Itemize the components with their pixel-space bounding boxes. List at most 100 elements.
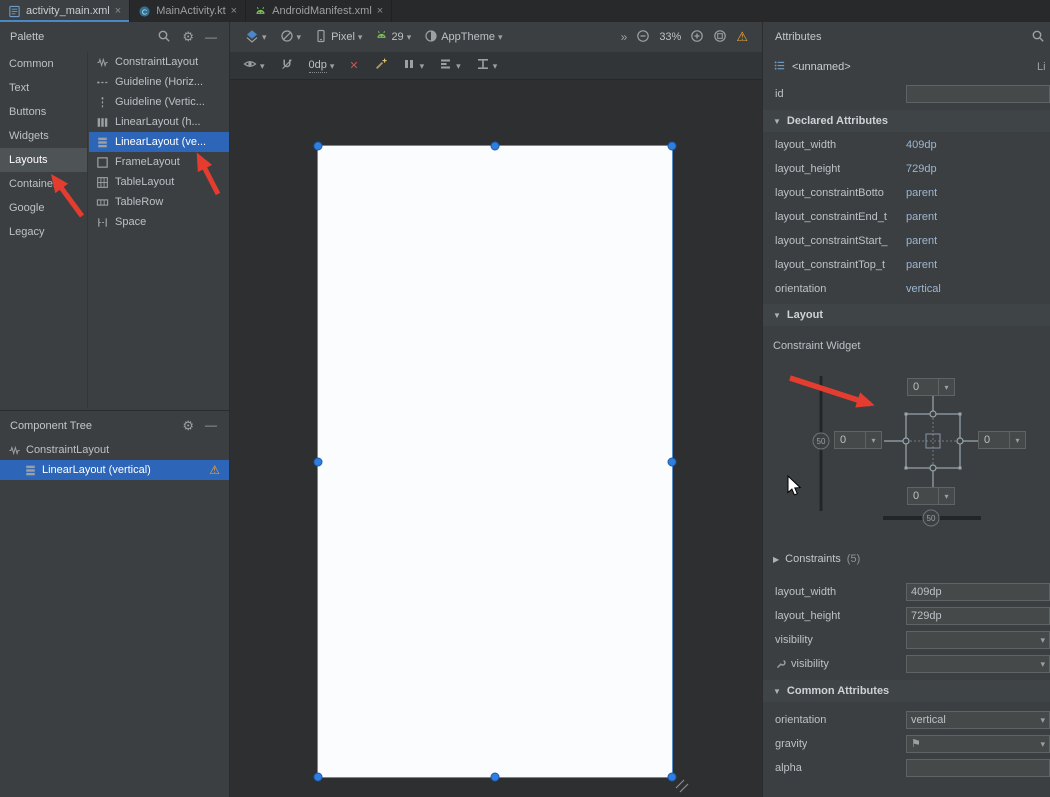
zoom-in-button[interactable] [690,29,704,46]
visibility-dropdown[interactable]: ▾ [906,631,1050,649]
tree-item[interactable]: ConstraintLayout [0,440,229,460]
margin-bottom-dropdown[interactable]: 0▾ [907,487,955,505]
palette-component[interactable]: FrameLayout [89,152,229,172]
tree-item-label: LinearLayout (vertical) [42,464,151,476]
section-common-attributes[interactable]: ▼ Common Attributes [763,680,1050,702]
editor-tab-0[interactable]: activity_main.xml × [0,0,130,22]
view-options-button[interactable]: ▾ [240,55,268,76]
infer-constraints-button[interactable] [371,55,391,76]
pack-button[interactable]: ▾ [400,55,428,76]
palette-category-legacy[interactable]: Legacy [0,220,87,244]
palette-component[interactable]: Guideline (Horiz... [89,72,229,92]
attribute-name: layout_width [775,586,836,598]
layout_width-input[interactable]: 409dp [906,583,1050,601]
issues-warning-button[interactable]: ⚠ [736,30,748,44]
design-canvas[interactable]: ▾ 0dp ▾ ✕ ▾ ▾ [230,52,762,797]
linearlayout-vertical-icon [96,136,109,149]
palette-category-widgets[interactable]: Widgets [0,124,87,148]
editor-tab-2[interactable]: AndroidManifest.xml × [246,0,392,22]
selected-component-row[interactable]: <unnamed> Li [763,54,1050,80]
palette-component[interactable]: TableLayout [89,172,229,192]
close-icon[interactable]: × [377,6,383,17]
theme-button[interactable]: AppTheme ▾ [421,27,505,48]
palette-component-label: Guideline (Horiz... [115,76,203,88]
attribute-row[interactable]: layout_constraintBottoparent [763,181,1050,205]
alpha-input[interactable] [906,759,1050,777]
autoconnect-button[interactable] [277,55,297,76]
default-margin-button[interactable]: 0dp ▾ [306,57,338,75]
editor-tab-1[interactable]: CMainActivity.kt× [130,0,246,22]
tab-label: AndroidManifest.xml [272,5,372,17]
palette-component[interactable]: LinearLayout (ve... [89,132,229,152]
attribute-row[interactable]: orientationvertical [763,277,1050,301]
margin-left-dropdown[interactable]: 0▾ [834,431,882,449]
chevron-down-icon: ▾ [330,60,335,72]
attribute-name: gravity [775,738,807,750]
attribute-row[interactable]: layout_constraintStart_parent [763,229,1050,253]
visibility-dropdown[interactable]: ▾ [906,655,1050,673]
toolbar-overflow-button[interactable]: » [621,31,628,43]
palette-category-containers[interactable]: Containers [0,172,87,196]
tab-label: activity_main.xml [26,5,110,17]
search-icon[interactable] [157,29,171,46]
attribute-name: orientation [775,714,826,726]
palette-component[interactable]: ConstraintLayout [89,52,229,72]
warning-icon: ⚠ [209,464,220,476]
constraints-collapsed-section[interactable]: ▶ Constraints (5) [763,548,1050,570]
close-icon[interactable]: × [231,6,237,17]
palette-component[interactable]: Space [89,212,229,232]
clear-constraints-button[interactable]: ✕ [346,58,361,74]
palette-category-google[interactable]: Google [0,196,87,220]
minimize-icon[interactable]: — [205,419,217,432]
api-version-button[interactable]: 29 ▾ [372,27,414,47]
constraint-widget-label: Constraint Widget [773,340,860,352]
tree-item[interactable]: LinearLayout (vertical) ⚠ [0,460,229,480]
section-declared-attributes[interactable]: ▼ Declared Attributes [763,110,1050,132]
chevron-down-icon: ▾ [407,31,412,43]
gear-icon[interactable]: ⚙ [182,30,194,44]
margin-top-dropdown[interactable]: 0▾ [907,378,955,396]
attribute-row[interactable]: layout_constraintTop_tparent [763,253,1050,277]
constraint-widget[interactable]: 50 50 0▾0▾0▾0▾ [763,358,1050,538]
minimize-icon[interactable]: — [205,31,217,44]
orientation-dropdown[interactable]: vertical▾ [906,711,1050,729]
device-button[interactable]: Pixel ▾ [311,27,365,48]
selection-handle[interactable] [314,142,323,151]
selection-handle[interactable] [668,142,677,151]
layout_height-input[interactable]: 729dp [906,607,1050,625]
resize-corner-handle[interactable] [670,774,694,796]
selection-handle[interactable] [491,773,500,782]
orientation-button[interactable]: ▾ [277,27,305,48]
search-icon[interactable] [1031,29,1045,46]
id-input[interactable] [906,85,1050,103]
margin-right-dropdown[interactable]: 0▾ [978,431,1026,449]
zoom-out-button[interactable] [636,29,650,46]
id-row: id [763,82,1050,106]
attribute-row[interactable]: layout_width409dp [763,133,1050,157]
palette-category-layouts[interactable]: Layouts [0,148,87,172]
selection-handle[interactable] [314,457,323,466]
design-artboard[interactable] [318,146,672,777]
palette-component[interactable]: TableRow [89,192,229,212]
attribute-name: alpha [775,762,802,774]
palette-category-common[interactable]: Common [0,52,87,76]
gear-icon[interactable]: ⚙ [182,419,194,433]
orientation-icon [280,29,294,46]
attribute-row[interactable]: layout_height729dp [763,157,1050,181]
guidelines-button[interactable]: ▾ [473,55,501,76]
palette-component[interactable]: Guideline (Vertic... [89,92,229,112]
gravity-dropdown[interactable]: ⚑▾ [906,735,1050,753]
attribute-row[interactable]: layout_constraintEnd_tparent [763,205,1050,229]
design-surface-button[interactable]: ▾ [242,27,270,48]
palette-category-buttons[interactable]: Buttons [0,100,87,124]
selection-handle[interactable] [491,142,500,151]
selection-handle[interactable] [314,773,323,782]
section-layout[interactable]: ▼ Layout [763,304,1050,326]
selection-handle[interactable] [668,457,677,466]
theme-icon [424,29,438,46]
zoom-fit-button[interactable] [713,29,727,46]
palette-component[interactable]: LinearLayout (h... [89,112,229,132]
palette-category-text[interactable]: Text [0,76,87,100]
close-icon[interactable]: × [115,6,121,17]
align-button[interactable]: ▾ [436,55,464,76]
